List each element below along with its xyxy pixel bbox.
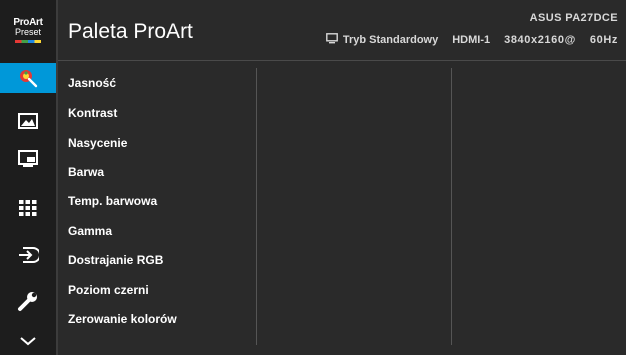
logo-line1: ProArt: [13, 16, 43, 28]
palette-icon: [17, 67, 39, 89]
menu-item-jasnosc[interactable]: Jasność: [68, 76, 116, 90]
chevron-down-icon: [19, 335, 37, 347]
osd-header: Paleta ProArt ASUS PA27DCE Tryb Standard…: [58, 0, 626, 61]
left-rail: ProArt Preset: [0, 0, 56, 355]
mode-indicator: Tryb Standardowy: [325, 33, 439, 47]
grid-icon: [18, 199, 38, 217]
mode-label: Tryb Standardowy: [342, 34, 439, 46]
logo-line2: Preset: [14, 26, 41, 37]
pip-icon: [18, 149, 38, 169]
menu-item-kontrast[interactable]: Kontrast: [68, 106, 117, 120]
column-divider-2: [451, 68, 452, 345]
resolution-label: 3840x2160@: [504, 34, 576, 46]
menu-item-zerowanie-kolorow[interactable]: Zerowanie kolorów: [68, 312, 177, 326]
menu-item-poziom-czerni[interactable]: Poziom czerni: [68, 283, 149, 297]
rail-item-more[interactable]: [0, 326, 56, 356]
rail-item-input[interactable]: [0, 240, 56, 270]
rail-item-system[interactable]: [0, 286, 56, 316]
image-icon: [18, 113, 38, 129]
proart-preset-logo: ProArt Preset: [0, 0, 56, 60]
rail-item-pip[interactable]: [0, 144, 56, 174]
menu-item-barwa[interactable]: Barwa: [68, 165, 104, 179]
rail-item-image[interactable]: [0, 106, 56, 136]
menu-item-dostrajanie-rgb[interactable]: Dostrajanie RGB: [68, 253, 163, 267]
refresh-label: 60Hz: [589, 34, 618, 46]
logo-color-bar: [15, 39, 41, 43]
rail-item-palette[interactable]: [0, 63, 56, 93]
monitor-icon: [325, 33, 338, 47]
page-title: Paleta ProArt: [68, 20, 193, 43]
column-divider-1: [256, 68, 257, 345]
menu-column: Jasność Kontrast Nasycenie Barwa Temp. b…: [58, 60, 256, 355]
osd-window: ProArt Preset Paleta ProArt ASUS PA27DCE…: [0, 0, 626, 355]
rail-item-grid[interactable]: [0, 193, 56, 223]
menu-item-nasycenie[interactable]: Nasycenie: [68, 136, 127, 150]
input-select-icon: [17, 245, 39, 265]
status-row: Tryb Standardowy HDMI-1 3840x2160@ 60Hz: [325, 33, 618, 47]
input-label: HDMI-1: [452, 34, 491, 46]
menu-item-gamma[interactable]: Gamma: [68, 224, 112, 238]
model-name: ASUS PA27DCE: [529, 12, 618, 24]
menu-item-temp-barwowa[interactable]: Temp. barwowa: [68, 194, 157, 208]
wrench-icon: [17, 290, 39, 312]
